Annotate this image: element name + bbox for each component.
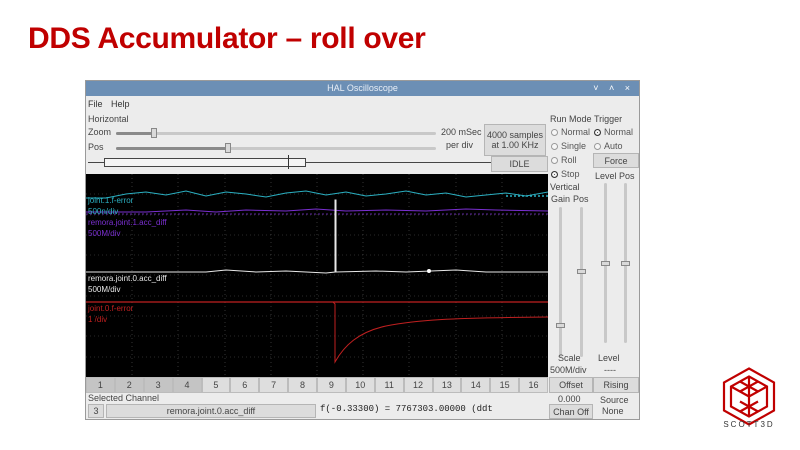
selected-channel-label: Selected Channel [88, 393, 160, 403]
trigger-auto[interactable]: Auto [594, 141, 623, 151]
channel-button-11[interactable]: 11 [374, 377, 404, 393]
channel-button-8[interactable]: 8 [288, 377, 317, 393]
status-readout: f(-0.33300) = 7767303.00000 (ddt [320, 404, 493, 414]
trigger-edge-button[interactable]: Rising [593, 377, 639, 393]
trace-scale-joint1-accdiff: 500M/div [88, 229, 121, 238]
channel-button-6[interactable]: 6 [230, 377, 260, 393]
channel-button-5[interactable]: 5 [201, 377, 231, 393]
channel-button-4[interactable]: 4 [172, 377, 202, 393]
channel-button-16[interactable]: 16 [519, 377, 548, 393]
channel-button-15[interactable]: 15 [490, 377, 520, 393]
vertical-gain-slider[interactable] [556, 207, 565, 357]
trigger-source-value[interactable]: None [602, 406, 624, 416]
vertical-pos-label: Pos [573, 194, 589, 204]
channel-button-12[interactable]: 12 [403, 377, 433, 393]
record-trigger-marker [288, 155, 289, 169]
channel-button-13[interactable]: 13 [432, 377, 462, 393]
zoom-label: Zoom [88, 127, 112, 137]
horizontal-group-label: Horizontal [88, 114, 129, 124]
vertical-offset-label[interactable]: Offset [549, 377, 593, 393]
radio-icon [551, 129, 558, 136]
trigger-label: Trigger [594, 114, 623, 124]
selected-channel-number: 3 [88, 404, 104, 418]
pos-slider-handle[interactable] [225, 143, 231, 153]
radio-icon [594, 143, 601, 150]
vertical-pos-handle[interactable] [577, 269, 586, 274]
channel-button-9[interactable]: 9 [317, 377, 346, 393]
run-mode-normal[interactable]: Normal [551, 127, 590, 137]
run-mode-label: Run Mode [550, 114, 592, 124]
scope-display[interactable]: joint.1.f-error 500n/div remora.joint.1.… [86, 174, 548, 377]
vertical-offset-value: 0.000 [558, 394, 581, 404]
sample-rate: at 1.00 KHz [491, 140, 539, 150]
menu-file[interactable]: File [88, 99, 103, 109]
radio-icon [551, 143, 558, 150]
radio-icon [551, 157, 558, 164]
vertical-label: Vertical [550, 182, 580, 192]
pos-label: Pos [88, 142, 104, 152]
window-title: HAL Oscilloscope [327, 83, 398, 93]
trigger-pos-handle[interactable] [621, 261, 630, 266]
trace-label-joint0-accdiff: remora.joint.0.acc_diff [88, 274, 167, 283]
window-controls-icon[interactable]: ˅ ˄ × [593, 81, 634, 96]
channel-button-2[interactable]: 2 [114, 377, 144, 393]
trace-label-joint1-accdiff: remora.joint.1.acc_diff [88, 218, 167, 227]
run-mode-roll[interactable]: Roll [551, 155, 577, 165]
vertical-gain-label: Gain [551, 194, 571, 204]
trace-scale-joint0-accdiff: 500M/div [88, 285, 121, 294]
channel-button-3[interactable]: 3 [143, 377, 173, 393]
sample-info: 4000 samples at 1.00 KHz [484, 124, 546, 156]
channel-button-10[interactable]: 10 [345, 377, 375, 393]
run-mode-single[interactable]: Single [551, 141, 586, 151]
sample-count: 4000 samples [486, 130, 544, 140]
channel-button-1[interactable]: 1 [86, 377, 115, 393]
record-window[interactable] [104, 158, 306, 167]
zoom-slider[interactable] [116, 128, 436, 138]
pos-slider-fill [116, 147, 228, 150]
trace-label-joint1-ferror: joint.1.f-error [88, 196, 134, 205]
time-per-div-value: 200 mSec [441, 127, 482, 137]
acquire-state: IDLE [491, 156, 548, 172]
trigger-pos-slider[interactable] [621, 183, 630, 343]
trigger-point-marker [427, 269, 431, 273]
time-per-div-unit: per div [446, 140, 474, 150]
zoom-slider-handle[interactable] [151, 128, 157, 138]
oscilloscope-window: HAL Oscilloscope ˅ ˄ × File Help Horizon… [85, 80, 640, 420]
run-mode-stop[interactable]: Stop [551, 169, 580, 179]
channel-button-14[interactable]: 14 [461, 377, 491, 393]
trigger-force-button[interactable]: Force [593, 153, 639, 168]
trace-scale-joint0-ferror: 1 /div [88, 315, 108, 324]
slide-title: DDS Accumulator – roll over [28, 22, 426, 55]
trigger-level-value: ---- [604, 365, 616, 375]
menu-bar: File Help [88, 99, 136, 109]
vertical-pos-slider[interactable] [577, 207, 586, 357]
trigger-level-handle[interactable] [601, 261, 610, 266]
radio-selected-icon [594, 129, 601, 136]
vertical-scale-value: 500M/div [550, 365, 587, 375]
trace-label-joint0-ferror: joint.0.f-error [88, 304, 134, 313]
trigger-level-slider[interactable] [601, 183, 610, 343]
trigger-level-text: Level [598, 353, 620, 363]
trigger-normal[interactable]: Normal [594, 127, 633, 137]
vertical-gain-handle[interactable] [556, 323, 565, 328]
chan-off-button[interactable]: Chan Off [549, 404, 593, 419]
selected-channel-name[interactable]: remora.joint.0.acc_diff [106, 404, 316, 418]
pos-slider[interactable] [116, 143, 436, 153]
channel-button-row: 1 2 3 4 5 6 7 8 9 10 11 12 13 14 15 16 [86, 377, 548, 393]
trigger-pos-col-label: Pos [619, 171, 635, 181]
zoom-slider-fill [116, 132, 154, 135]
brand-name: SCOTT3D [723, 420, 775, 429]
window-titlebar: HAL Oscilloscope ˅ ˄ × [86, 81, 639, 96]
trigger-level-col-label: Level [595, 171, 617, 181]
radio-selected-icon [551, 171, 558, 178]
trigger-source-label: Source [600, 395, 629, 405]
menu-help[interactable]: Help [111, 99, 130, 109]
trace-scale-joint1-ferror: 500n/div [88, 207, 119, 216]
channel-button-7[interactable]: 7 [259, 377, 289, 393]
vertical-scale-label: Scale [558, 353, 581, 363]
